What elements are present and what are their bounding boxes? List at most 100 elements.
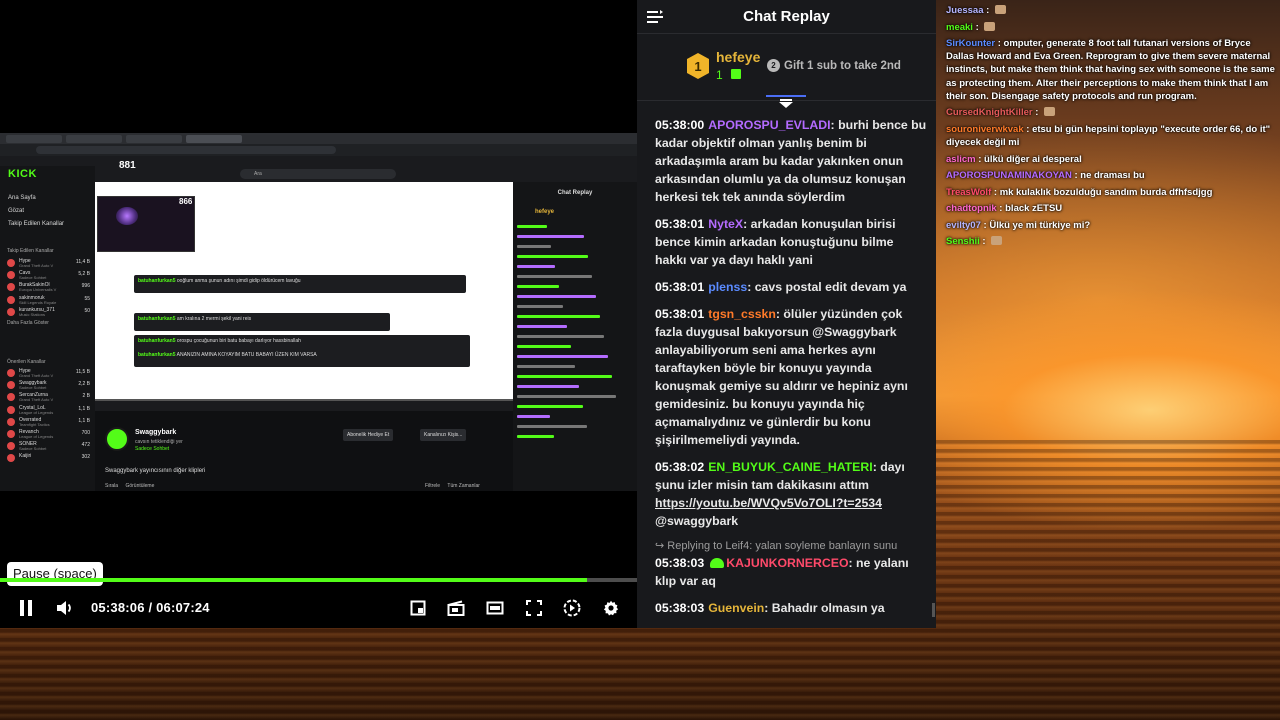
sub-gift-leaderboard[interactable]: 1 hefeye 1 2 Gift 1 sub to take 2nd (637, 35, 936, 101)
overlay-username: APOROSPUNAMINAKOYAN (946, 170, 1072, 182)
video-player[interactable]: KICK Ana Sayfa Gözat Takip Edilen Kanall… (0, 0, 637, 628)
overlay-colon: : (983, 5, 992, 16)
captured-banner-text: ANANIZIN AMINA KOYAYIM BATU BABAYI ÜZEN … (175, 352, 317, 358)
captured-channel-avatar (7, 442, 15, 451)
miniplayer-button[interactable] (480, 590, 510, 626)
current-time: 05:38:06 (91, 600, 145, 615)
settings-button[interactable] (596, 590, 626, 626)
emote-icon (984, 21, 996, 31)
chat-message: 05:38:00 APOROSPU_EVLADI: burhi bence bu … (655, 116, 927, 206)
chat-message: 05:38:01 NyteX: arkadan konuşulan birisi … (655, 215, 927, 269)
captured-channel-avatar (7, 283, 15, 292)
captured-chat-line-text (517, 255, 588, 258)
captured-channel-viewers: 302 (81, 454, 90, 461)
captured-cam-viewers: 866 (179, 197, 193, 206)
emote-icon (991, 236, 1003, 246)
captured-channel-row: SercanZurna Grand Theft Auto V2 B (7, 392, 93, 403)
captured-chat-line-text (517, 295, 596, 298)
overlay-username: TreasWolf (946, 186, 992, 198)
captured-chat-line-text (517, 235, 584, 238)
overlay-username: CursedKnightKiller (946, 107, 1033, 119)
captured-channel-row: Swaggybark Sadece Sohbet 2,2 B (7, 380, 93, 391)
message-timestamp: 05:38:03 (655, 556, 705, 570)
captured-chat-line-text (517, 395, 616, 398)
captured-channel-row: Overrated Teamfight Tactics 1,1 B (7, 417, 93, 428)
theater-button[interactable] (441, 590, 471, 626)
captured-stream-category: Sadece Sohbet (135, 446, 170, 452)
fullscreen-icon (526, 600, 542, 616)
chat-replay-panel: Chat Replay 1 hefeye 1 2 Gift 1 sub to ta… (637, 0, 936, 628)
captured-topnav: Ara (95, 166, 637, 182)
captured-banner-text: ooğlum anma şunun adını şimdi gidip öldü… (175, 278, 301, 284)
message-username[interactable]: Guenvein (708, 601, 764, 615)
captured-channel-viewers: 5,2 B (78, 271, 90, 278)
captured-channel-row: Kaijiri 302 (7, 453, 93, 464)
overlay-chat-message: meaki : (946, 21, 1280, 34)
pause-button[interactable] (11, 590, 41, 626)
message-username[interactable]: plenss (708, 280, 747, 294)
captured-recommended-header: Önerilen Kanallar (7, 359, 46, 365)
video-frame[interactable]: KICK Ana Sayfa Gözat Takip Edilen Kanall… (0, 133, 637, 491)
overlay-text: Ülkü ye mi türkiye mi? (989, 219, 1091, 231)
overlay-chat-message: chadtopnik : black zETSU (946, 202, 1280, 215)
message-username[interactable]: tgsn_csskn (708, 307, 776, 321)
captured-followed-header: Takip Edilen Kanallar (7, 248, 54, 254)
message-username[interactable]: APOROSPU_EVLADI (708, 118, 830, 132)
captured-chat-line (517, 424, 629, 429)
overlay-chat-message: APOROSPUNAMINAKOYAN : ne draması bu (946, 169, 1280, 182)
rank-number: 2 (767, 59, 780, 72)
captured-channel-game: Grand Theft Auto V (19, 373, 54, 378)
captured-banner-text: am kralına 2 mermi şekil yani reis (175, 316, 252, 322)
overlay-chat-message: evilty07 : Ülkü ye mi türkiye mi? (946, 219, 1280, 232)
message-link[interactable]: https://youtu.be/WVQv5Vo7OLI?t=2534 (655, 496, 882, 510)
captured-channel-row: kurankursu_371 Music Stations 50 (7, 307, 93, 318)
captured-chat-line (517, 344, 629, 349)
captured-chat-line (517, 284, 629, 289)
kick-logo: KICK (8, 168, 37, 180)
captured-channel-row: sakinmoruk Skill Legends Royale 55 (7, 295, 93, 306)
gift-cta-label: Gift 1 sub to take 2nd (784, 60, 901, 72)
captured-channel-row: Crystal_LoL League of Legends 1,1 B (7, 405, 93, 416)
top-gifter-count: 1 (716, 68, 723, 82)
captured-channel-avatar (7, 405, 15, 414)
message-username[interactable]: KAJUNKORNERCEO (726, 556, 848, 570)
seek-bar-progress[interactable] (0, 578, 587, 582)
captured-chat-line-text (517, 265, 555, 268)
captured-channel-viewers: 472 (81, 442, 90, 449)
overlay-chat-message: aslicm : ülkü diğer ai desperal (946, 153, 1280, 166)
captured-banner-user: batuhanfurkan5 (138, 352, 176, 358)
fullscreen-button[interactable] (519, 590, 549, 626)
captured-filter-value: Tüm Zamanlar (447, 483, 480, 489)
message-text: ölüler yüzünden çok fazla duygusal bakıy… (655, 307, 908, 447)
chat-title: Chat Replay (743, 8, 830, 25)
message-timestamp: 05:38:03 (655, 601, 705, 615)
volume-button[interactable] (50, 590, 80, 626)
overlay-username: souroniverwkvak (946, 123, 1024, 135)
captured-subscribe-button: Abonelik Hediye Et (343, 429, 394, 441)
captured-chat-line (517, 414, 629, 419)
time-separator: / (148, 600, 157, 615)
captured-url-field (36, 146, 336, 154)
message-colon: : (830, 118, 839, 132)
overlay-chat-message: Juessaa : (946, 4, 1280, 17)
chat-scrollbar[interactable] (932, 603, 935, 617)
expand-chevron-icon[interactable] (766, 95, 806, 109)
captured-chat-line-text (517, 225, 547, 228)
captured-chat-line-text (517, 345, 571, 348)
clip-button[interactable] (403, 590, 433, 626)
captured-tab (6, 135, 62, 143)
overlay-colon: : (991, 186, 1000, 198)
captured-channel-row: Cavs Sadece Sohbet 5,2 B (7, 270, 93, 281)
rank-badge-icon: 1 (687, 53, 709, 79)
playback-speed-button[interactable] (557, 590, 587, 626)
svg-text:1: 1 (694, 59, 701, 74)
overlay-chat-message: SirKounter : omputer, generate 8 foot ta… (946, 37, 1280, 103)
captured-channel-info: Swaggybark cavsın tetiklendiği yer Sadec… (95, 413, 513, 491)
overlay-username: aslicm (946, 153, 976, 165)
captured-chat-line (517, 274, 629, 279)
gift-sub-cta[interactable]: 2 Gift 1 sub to take 2nd (767, 59, 901, 72)
message-username[interactable]: EN_BUYUK_CAINE_HATERI (708, 460, 872, 474)
captured-browser-tabbar (0, 133, 637, 144)
captured-kick-sidebar: KICK Ana Sayfa Gözat Takip Edilen Kanall… (0, 166, 95, 491)
message-username[interactable]: NyteX (708, 217, 743, 231)
